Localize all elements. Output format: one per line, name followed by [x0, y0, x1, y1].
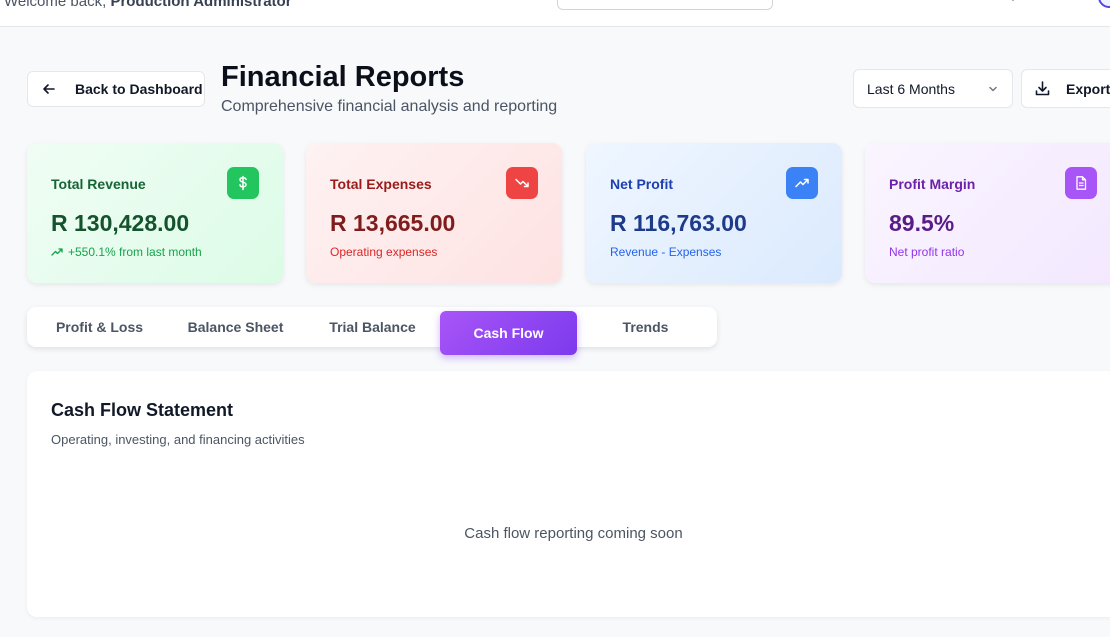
arrow-left-icon	[43, 84, 55, 94]
tab-balance-sheet[interactable]: Balance Sheet	[167, 307, 304, 347]
card-subtext: Net profit ratio	[889, 245, 965, 259]
chevron-down-icon	[989, 86, 997, 91]
tab-profit-loss[interactable]: Profit & Loss	[31, 307, 168, 347]
period-select[interactable]: Last 6 Months	[853, 69, 1013, 108]
card-label: Profit Margin	[889, 176, 976, 192]
panel-title: Cash Flow Statement	[51, 400, 234, 420]
card-label: Total Expenses	[330, 176, 432, 192]
profit-margin-card: Profit Margin 89.5% Net profit ratio	[865, 143, 1110, 283]
export-button[interactable]: Export	[1021, 69, 1110, 108]
card-subtext: +550.1% from last month	[51, 245, 202, 259]
back-button-label: Back to Dashboard	[75, 81, 203, 97]
total-revenue-card: Total Revenue R 130,428.00 +550.1% from …	[27, 143, 283, 283]
tab-trends[interactable]: Trends	[577, 307, 714, 347]
cash-flow-panel: Cash Flow Statement Operating, investing…	[27, 371, 1110, 617]
global-search-input[interactable]	[557, 0, 773, 10]
period-select-value: Last 6 Months	[867, 80, 955, 97]
panel-description: Operating, investing, and financing acti…	[51, 432, 305, 447]
card-label: Total Revenue	[51, 176, 146, 192]
card-label: Net Profit	[610, 176, 673, 192]
trending-up-icon	[51, 248, 63, 256]
notification-icon[interactable]	[1006, 0, 1020, 2]
tab-cash-flow[interactable]: Cash Flow	[440, 311, 577, 355]
card-value: 89.5%	[889, 210, 955, 236]
net-profit-card: Net Profit R 116,763.00 Revenue - Expens…	[586, 143, 842, 283]
trending-down-icon	[506, 167, 538, 199]
file-text-icon	[1065, 167, 1097, 199]
total-expenses-card: Total Expenses R 13,665.00 Operating exp…	[306, 143, 562, 283]
welcome-message: Welcome back, Production Administrator	[4, 0, 292, 10]
card-subtext-label: +550.1% from last month	[68, 245, 202, 259]
user-name: Production Administrator	[110, 0, 292, 10]
report-tabs: Profit & Loss Balance Sheet Trial Balanc…	[27, 307, 717, 355]
empty-state-message: Cash flow reporting coming soon	[464, 525, 683, 542]
dollar-icon	[227, 167, 259, 199]
card-value: R 116,763.00	[610, 210, 747, 236]
tab-trial-balance[interactable]: Trial Balance	[304, 307, 441, 347]
page-subtitle: Comprehensive financial analysis and rep…	[221, 98, 558, 115]
trending-up-icon	[786, 167, 818, 199]
export-label: Export	[1066, 80, 1110, 97]
card-value: R 13,665.00	[330, 210, 456, 236]
card-subtext: Operating expenses	[330, 245, 438, 259]
card-value: R 130,428.00	[51, 210, 190, 236]
page-title: Financial Reports	[221, 61, 465, 93]
back-to-dashboard-button[interactable]: Back to Dashboard	[27, 71, 205, 107]
avatar[interactable]	[1098, 0, 1110, 8]
download-icon	[1035, 81, 1050, 96]
top-bar: Welcome back, Production Administrator	[0, 0, 1110, 27]
welcome-prefix: Welcome back,	[4, 0, 111, 10]
card-subtext: Revenue - Expenses	[610, 245, 722, 259]
